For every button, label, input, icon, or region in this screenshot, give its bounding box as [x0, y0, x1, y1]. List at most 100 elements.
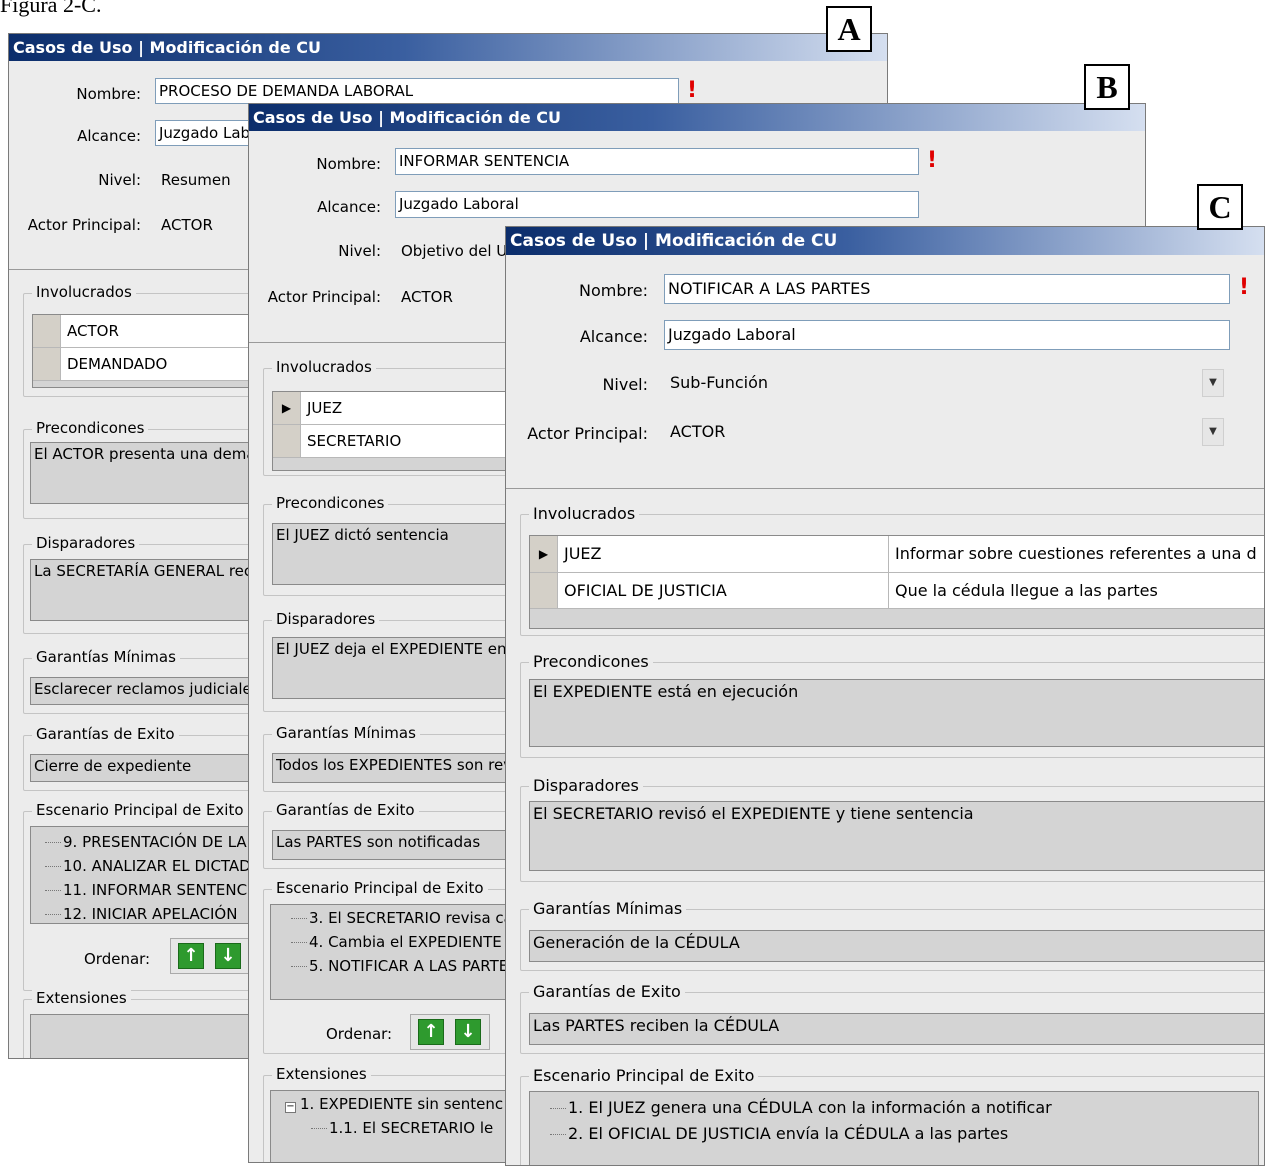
tree-item[interactable]: 5. NOTIFICAR A LAS PARTE — [291, 957, 508, 975]
tree-item[interactable]: 9. PRESENTACIÓN DE LA — [45, 833, 247, 851]
involucrados-grid[interactable]: ▶ JUEZ Informar sobre cuestiones referen… — [529, 535, 1264, 629]
nivel-label: Nivel: — [338, 242, 381, 260]
grid-cell[interactable]: Que la cédula llegue a las partes — [888, 573, 1264, 608]
ordenar-label: Ordenar: — [326, 1025, 393, 1043]
escenario-tree[interactable]: 1. El JUEZ genera una CÉDULA con la info… — [529, 1091, 1259, 1165]
exclamation-icon: ! — [1239, 275, 1250, 300]
nivel-select[interactable]: Sub-Función ▼ — [664, 367, 1230, 401]
disparadores-textarea[interactable]: El SECRETARIO revisó el EXPEDIENTE y tie… — [529, 801, 1264, 871]
garantias-exito-title: Garantías de Exito — [529, 982, 685, 1001]
grid-row[interactable]: OFICIAL DE JUSTICIA Que la cédula llegue… — [530, 573, 1264, 609]
actor-principal-value: ACTOR — [670, 422, 726, 441]
precondiciones-textarea[interactable]: El EXPEDIENTE está en ejecución — [529, 679, 1264, 747]
tree-item[interactable]: 11. INFORMAR SENTENC — [45, 881, 247, 899]
garantias-minimas-title: Garantías Mínimas — [529, 899, 687, 918]
triangle-right-icon[interactable]: ▶ — [273, 392, 301, 424]
involucrados-title: Involucrados — [32, 283, 136, 301]
row-selector[interactable] — [33, 348, 61, 380]
exclamation-icon: ! — [927, 148, 938, 173]
nivel-label: Nivel: — [602, 375, 648, 394]
garantias-minimas-title: Garantías Mínimas — [272, 724, 420, 742]
nombre-field[interactable]: INFORMAR SENTENCIA — [395, 148, 919, 175]
triangle-right-icon[interactable]: ▶ — [530, 536, 558, 572]
garantias-exito-field[interactable]: Las PARTES reciben la CÉDULA — [529, 1013, 1264, 1045]
arrow-down-icon[interactable]: ↓ — [455, 1019, 481, 1045]
row-selector[interactable] — [33, 315, 61, 347]
exclamation-icon: ! — [687, 78, 698, 103]
tree-item[interactable]: 1. El JUEZ genera una CÉDULA con la info… — [550, 1098, 1052, 1117]
arrow-up-icon[interactable]: ↑ — [418, 1019, 444, 1045]
chevron-down-icon[interactable]: ▼ — [1202, 369, 1224, 397]
actor-principal-select[interactable]: ACTOR — [161, 216, 213, 234]
disparadores-group: Disparadores El SECRETARIO revisó el EXP… — [520, 776, 1264, 882]
garantias-exito-group: Garantías de Exito Las PARTES reciben la… — [520, 982, 1264, 1054]
row-selector[interactable] — [273, 425, 301, 457]
nivel-value: Sub-Función — [670, 373, 769, 392]
precondiciones-title: Precondicones — [529, 652, 653, 671]
nivel-label: Nivel: — [98, 171, 141, 189]
precondiciones-title: Precondicones — [32, 419, 149, 437]
alcance-field[interactable]: Juzgado Laboral — [395, 191, 919, 218]
window-a-titlebar: Casos de Uso | Modificación de CU — [9, 34, 887, 61]
escenario-group: Escenario Principal de Exito 1. El JUEZ … — [520, 1066, 1264, 1165]
grid-row[interactable]: ▶ JUEZ Informar sobre cuestiones referen… — [530, 536, 1264, 573]
garantias-minimas-group: Garantías Mínimas Generación de la CÉDUL… — [520, 899, 1264, 971]
garantias-minimas-title: Garantías Mínimas — [32, 648, 180, 666]
escenario-title: Escenario Principal de Exito — [272, 879, 488, 897]
ordenar-buttons: ↑ ↓ — [410, 1014, 490, 1050]
disparadores-title: Disparadores — [529, 776, 643, 795]
involucrados-group: Involucrados ▶ JUEZ Informar sobre cuest… — [520, 504, 1264, 636]
nombre-field[interactable]: PROCESO DE DEMANDA LABORAL — [155, 78, 679, 104]
extensiones-title: Extensiones — [272, 1065, 371, 1083]
tree-item[interactable]: −1. EXPEDIENTE sin sentenc — [285, 1095, 503, 1113]
alcance-field[interactable]: Juzgado Laboral — [664, 320, 1230, 350]
escenario-title: Escenario Principal de Exito — [529, 1066, 759, 1085]
involucrados-title: Involucrados — [529, 504, 640, 523]
garantias-exito-title: Garantías de Exito — [272, 801, 419, 819]
grid-cell[interactable]: JUEZ — [558, 536, 888, 572]
garantias-exito-title: Garantías de Exito — [32, 725, 179, 743]
grid-cell[interactable]: OFICIAL DE JUSTICIA — [558, 573, 888, 608]
arrow-down-icon[interactable]: ↓ — [215, 943, 241, 969]
marker-b: B — [1084, 64, 1130, 110]
alcance-label: Alcance: — [317, 198, 381, 216]
actor-principal-label: Actor Principal: — [27, 216, 141, 234]
nivel-select[interactable]: Resumen — [161, 171, 231, 189]
marker-a: A — [826, 6, 872, 52]
escenario-title: Escenario Principal de Exito — [32, 801, 248, 819]
actor-principal-label: Actor Principal: — [527, 424, 648, 443]
ordenar-label: Ordenar: — [84, 950, 151, 968]
row-selector[interactable] — [530, 573, 558, 608]
tree-item[interactable]: 12. INICIAR APELACIÓN — [45, 905, 237, 923]
alcance-label: Alcance: — [77, 127, 141, 145]
actor-principal-select[interactable]: ACTOR — [401, 288, 453, 306]
actor-principal-label: Actor Principal: — [267, 288, 381, 306]
tree-item[interactable]: 2. El OFICIAL DE JUSTICIA envía la CÉDUL… — [550, 1124, 1008, 1143]
extensiones-title: Extensiones — [32, 989, 131, 1007]
nombre-label: Nombre: — [76, 85, 141, 103]
marker-c: C — [1197, 184, 1243, 230]
tree-item[interactable]: 4. Cambia el EXPEDIENTE a — [291, 933, 516, 951]
ordenar-buttons: ↑ ↓ — [170, 938, 250, 974]
precondiciones-group: Precondicones El EXPEDIENTE está en ejec… — [520, 652, 1264, 758]
tree-item[interactable]: 1.1. El SECRETARIO le — [311, 1119, 493, 1137]
disparadores-title: Disparadores — [32, 534, 140, 552]
actor-principal-select[interactable]: ACTOR ▼ — [664, 416, 1230, 450]
window-b-titlebar: Casos de Uso | Modificación de CU — [249, 104, 1145, 131]
tree-item[interactable]: 3. El SECRETARIO revisa ca — [291, 909, 513, 927]
window-c-titlebar: Casos de Uso | Modificación de CU — [506, 227, 1264, 255]
nombre-label: Nombre: — [316, 155, 381, 173]
figure-caption: Figura 2-C. — [0, 0, 102, 17]
chevron-down-icon[interactable]: ▼ — [1202, 418, 1224, 446]
disparadores-title: Disparadores — [272, 610, 380, 628]
separator — [506, 488, 1264, 489]
nombre-field[interactable]: NOTIFICAR A LAS PARTES — [664, 274, 1230, 304]
garantias-minimas-field[interactable]: Generación de la CÉDULA — [529, 930, 1264, 962]
grid-cell[interactable]: Informar sobre cuestiones referentes a u… — [888, 536, 1264, 572]
tree-item[interactable]: 10. ANALIZAR EL DICTAD — [45, 857, 251, 875]
minus-box-icon[interactable]: − — [285, 1102, 296, 1113]
involucrados-title: Involucrados — [272, 358, 376, 376]
arrow-up-icon[interactable]: ↑ — [178, 943, 204, 969]
nombre-label: Nombre: — [579, 281, 648, 300]
precondiciones-title: Precondicones — [272, 494, 389, 512]
